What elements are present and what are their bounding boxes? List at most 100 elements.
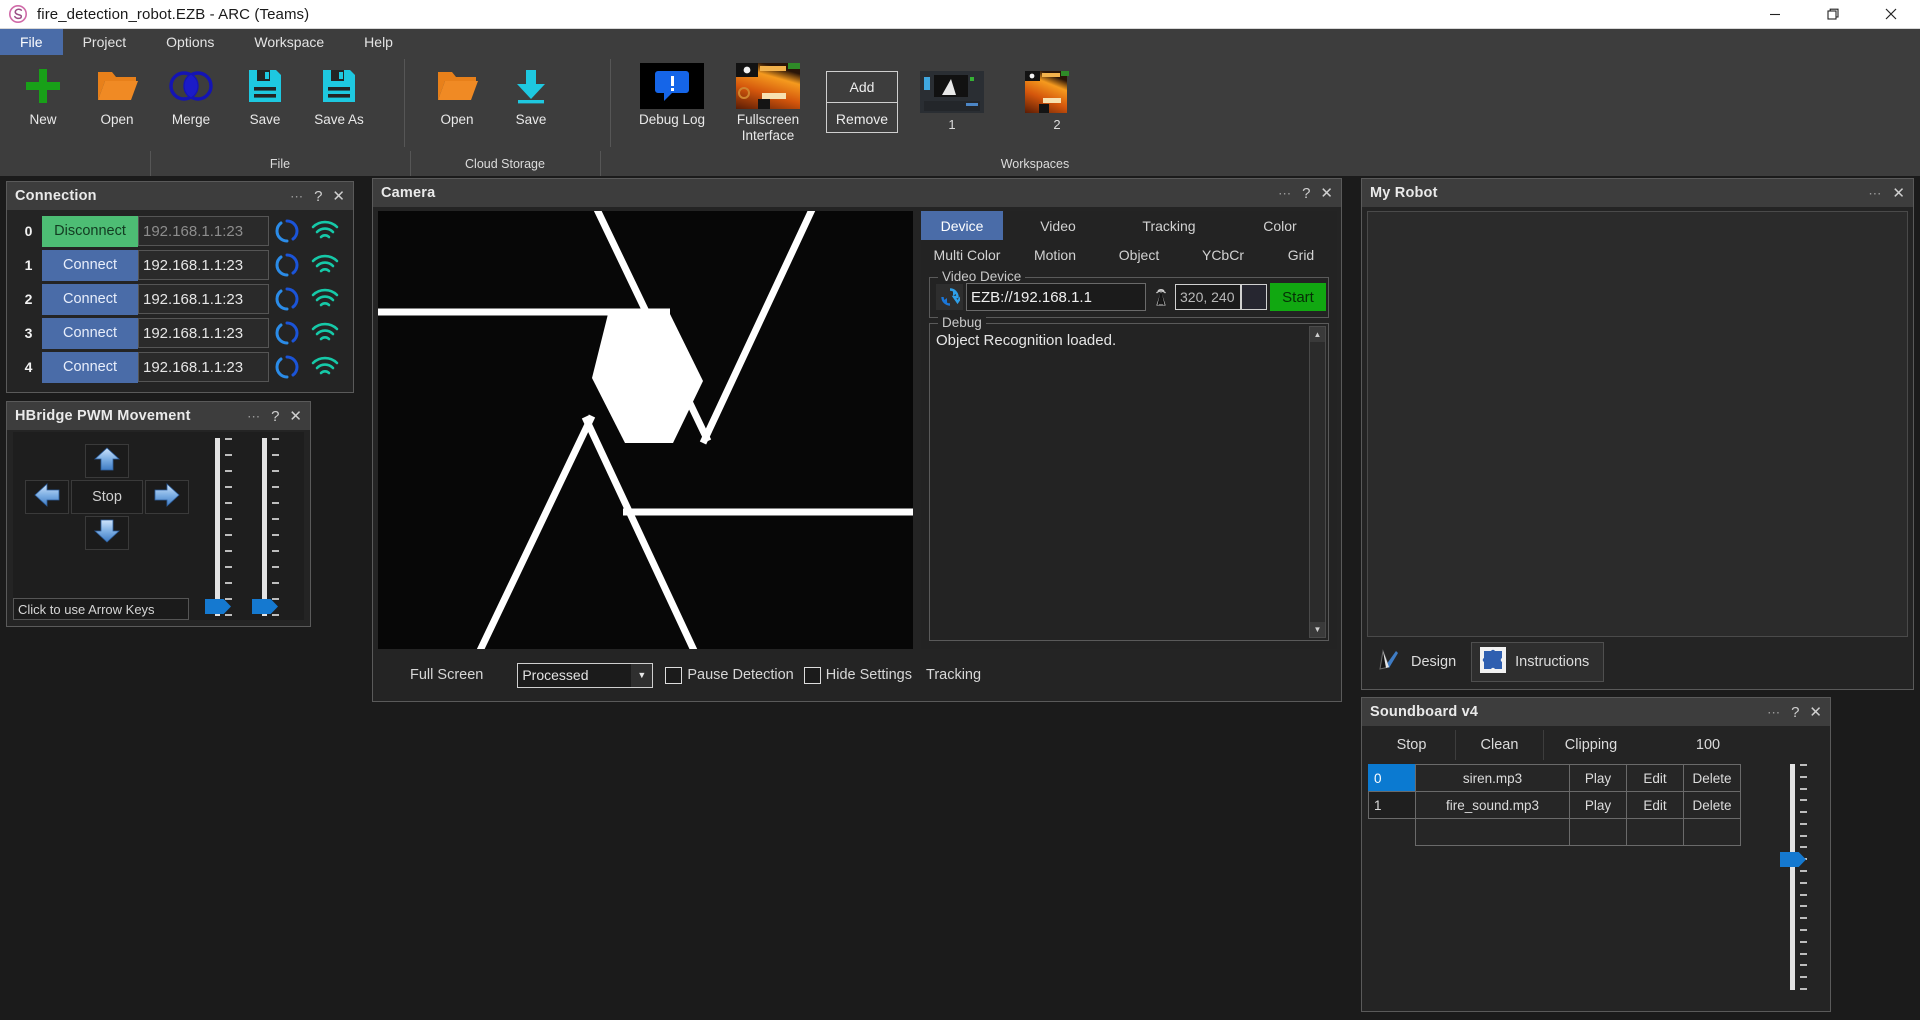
tab-device[interactable]: Device [921,211,1003,240]
save-button[interactable]: Save [228,55,302,147]
connection-refresh-icon[interactable] [269,354,305,380]
more-icon[interactable]: ⋯ [1767,706,1781,719]
close-icon[interactable]: ✕ [332,189,345,204]
close-icon[interactable]: ✕ [1320,186,1333,201]
scroll-up-icon[interactable]: ▲ [1310,327,1325,342]
soundboard-edit-button-2[interactable] [1626,818,1684,846]
soundboard-edit-button-0[interactable]: Edit [1626,764,1684,792]
connection-refresh-icon[interactable] [269,286,305,312]
more-icon[interactable]: ⋯ [1278,187,1292,200]
tab-video[interactable]: Video [1003,211,1113,240]
tab-ycbcr[interactable]: YCbCr [1181,240,1265,269]
move-reverse-button[interactable] [85,516,129,550]
move-left-button[interactable] [25,480,69,514]
connection-toggle-button-1[interactable]: Connect [42,250,138,281]
connection-toggle-button-0[interactable]: Disconnect [42,216,138,247]
soundboard-row-index-1[interactable]: 1 [1368,791,1416,819]
menu-workspace[interactable]: Workspace [234,29,344,55]
tab-grid[interactable]: Grid [1265,240,1337,269]
tab-tracking[interactable]: Tracking [1113,211,1225,240]
cloud-save-button[interactable]: Save [494,55,568,147]
connection-ip-input-2[interactable]: 192.168.1.1:23 [138,284,269,314]
camera-mode-select[interactable]: Processed ▼ [517,663,653,688]
video-resolution-extra-field[interactable] [1241,284,1267,310]
debug-log-button[interactable]: Debug Log [626,55,718,147]
move-right-button[interactable] [145,480,189,514]
refresh-icon[interactable] [936,284,963,310]
soundboard-file-name-1[interactable]: fire_sound.mp3 [1415,791,1570,819]
soundboard-delete-button-2[interactable] [1683,818,1741,846]
tab-color[interactable]: Color [1225,211,1335,240]
debug-scrollbar[interactable]: ▲ ▼ [1309,326,1326,638]
connection-ip-input-0[interactable]: 192.168.1.1:23 [138,216,269,246]
workspace-thumb-2[interactable]: 2 [1025,71,1089,132]
move-forward-button[interactable] [85,444,129,478]
workspace-thumb-1[interactable]: 1 [920,71,984,132]
tab-instructions[interactable]: Instructions [1471,642,1604,682]
help-icon[interactable]: ? [314,189,322,204]
open-button[interactable]: Open [80,55,154,147]
stop-button[interactable]: Stop [71,480,143,514]
fullscreen-interface-button[interactable]: Fullscreen Interface [718,55,818,147]
connection-toggle-button-4[interactable]: Connect [42,352,138,383]
my-robot-canvas[interactable] [1367,211,1908,637]
soundboard-delete-button-0[interactable]: Delete [1683,764,1741,792]
tab-motion[interactable]: Motion [1013,240,1097,269]
tab-object[interactable]: Object [1097,240,1181,269]
connection-refresh-icon[interactable] [269,252,305,278]
help-icon[interactable]: ? [1791,705,1799,720]
connection-toggle-button-3[interactable]: Connect [42,318,138,349]
save-as-button[interactable]: Save As [302,55,376,147]
pause-detection-checkbox[interactable] [665,667,682,684]
maximize-restore-button[interactable] [1804,0,1862,28]
soundboard-volume-slider[interactable] [1778,764,1826,990]
menu-file[interactable]: File [0,29,63,55]
soundboard-file-name-2[interactable] [1415,818,1570,846]
close-icon[interactable]: ✕ [1892,186,1905,201]
more-icon[interactable]: ⋯ [290,190,304,203]
workspace-remove-button[interactable]: Remove [827,103,897,134]
merge-button[interactable]: Merge [154,55,228,147]
minimize-button[interactable] [1746,0,1804,28]
workspace-add-button[interactable]: Add [827,72,897,103]
close-icon[interactable]: ✕ [1809,705,1822,720]
menu-project[interactable]: Project [63,29,147,55]
close-button[interactable] [1862,0,1920,28]
arrow-keys-hint[interactable]: Click to use Arrow Keys [13,598,189,620]
soundboard-stop-button[interactable]: Stop [1368,730,1456,760]
more-icon[interactable]: ⋯ [247,410,261,423]
chevron-down-icon[interactable]: ▼ [631,664,652,687]
help-icon[interactable]: ? [271,409,279,424]
soundboard-play-button-1[interactable]: Play [1569,791,1627,819]
close-icon[interactable]: ✕ [289,409,302,424]
soundboard-file-name-0[interactable]: siren.mp3 [1415,764,1570,792]
help-icon[interactable]: ? [1302,186,1310,201]
soundboard-row-index-0[interactable]: 0 [1368,764,1416,792]
soundboard-edit-button-1[interactable]: Edit [1626,791,1684,819]
connection-refresh-icon[interactable] [269,320,305,346]
menu-options[interactable]: Options [146,29,234,55]
camera-start-button[interactable]: Start [1270,283,1326,311]
soundboard-delete-button-1[interactable]: Delete [1683,791,1741,819]
more-icon[interactable]: ⋯ [1868,187,1882,200]
connection-refresh-icon[interactable] [269,218,305,244]
connection-ip-input-1[interactable]: 192.168.1.1:23 [138,250,269,280]
connection-toggle-button-2[interactable]: Connect [42,284,138,315]
soundboard-row-index-2[interactable] [1368,818,1416,846]
new-button[interactable]: New [6,55,80,147]
cloud-open-button[interactable]: Open [420,55,494,147]
connection-ip-input-4[interactable]: 192.168.1.1:23 [138,352,269,382]
right-speed-slider[interactable] [250,438,298,616]
video-device-url-input[interactable]: EZB://192.168.1.1 [966,283,1146,311]
camera-tracking-label[interactable]: Tracking [926,667,981,683]
soundboard-play-button-2[interactable] [1569,818,1627,846]
hide-settings-checkbox[interactable] [804,667,821,684]
left-speed-slider[interactable] [203,438,251,616]
scroll-down-icon[interactable]: ▼ [1310,622,1325,637]
menu-help[interactable]: Help [344,29,413,55]
camera-fullscreen-button[interactable]: Full Screen [410,667,483,683]
soundboard-clean-button[interactable]: Clean [1456,730,1544,760]
tab-design[interactable]: Design [1367,642,1471,682]
camera-video-feed[interactable] [378,211,913,649]
video-resolution-input[interactable]: 320, 240 [1175,284,1241,310]
